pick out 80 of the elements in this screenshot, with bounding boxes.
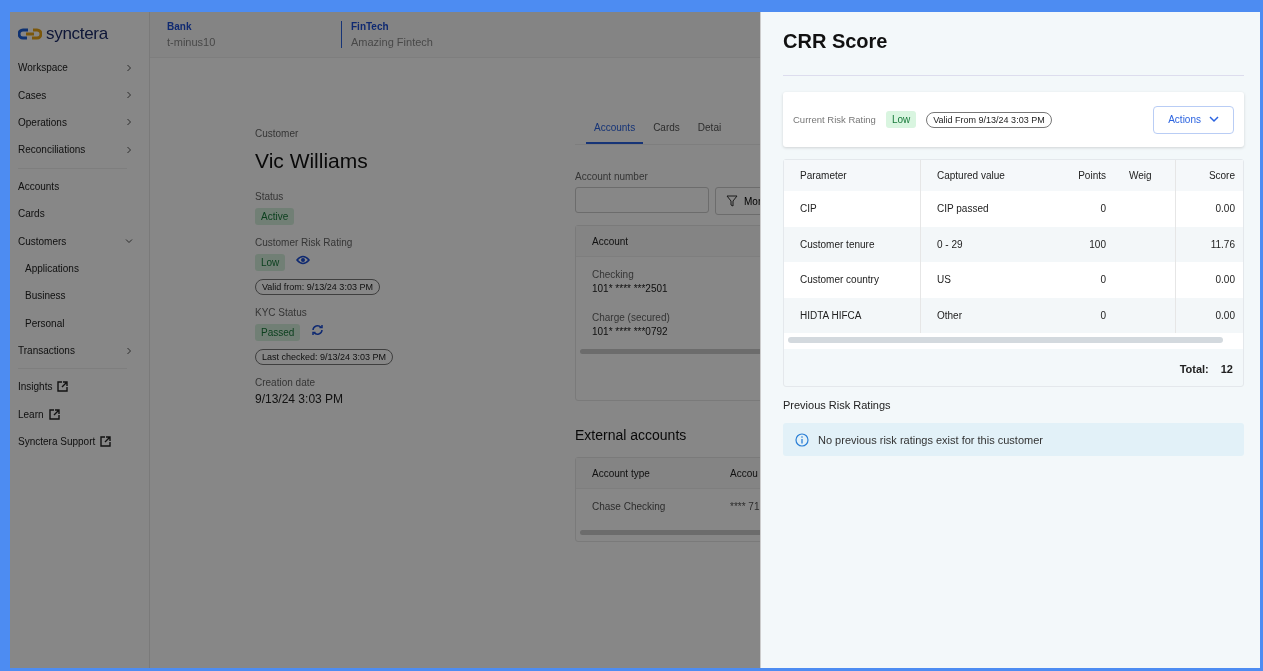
field-label: Creation date: [255, 377, 316, 388]
drawer-title: CRR Score: [783, 30, 889, 53]
filter-icon: [726, 195, 738, 207]
field-label: Status: [255, 191, 284, 202]
filter-button[interactable]: Mor: [715, 187, 761, 215]
nav-subitem[interactable]: Business: [18, 282, 141, 310]
status-badge: Active: [255, 208, 295, 225]
header-label: FinTech: [351, 21, 390, 32]
field-label: Account number: [575, 171, 649, 182]
risk-badge: Low: [255, 254, 286, 271]
header-label: Bank: [167, 21, 193, 32]
info-icon: [795, 432, 809, 447]
nav-item[interactable]: Insights: [18, 373, 141, 401]
kyc-badge: Passed: [255, 324, 301, 341]
nav-item[interactable]: Accounts: [18, 172, 141, 200]
account-number: 101* **** ***0792: [592, 326, 669, 337]
table-cell: **** 71: [730, 501, 761, 512]
nav-item[interactable]: Synctera Support: [18, 428, 141, 456]
risk-badge: Low: [885, 111, 917, 128]
column-header: Account: [592, 235, 629, 247]
table-cell-text: 0: [1099, 274, 1107, 286]
table-cell-text: 11.76: [1209, 238, 1236, 250]
section-title: External accounts: [575, 427, 688, 443]
external-link-icon: [48, 408, 60, 420]
tab[interactable]: Cards: [645, 116, 688, 144]
column-header: Captured value: [936, 170, 1006, 181]
customer-name: Vic Williams: [255, 149, 368, 173]
table-cell-text: 0 - 29: [936, 238, 964, 250]
scrollbar[interactable]: [788, 337, 1223, 343]
column-header: Score: [1207, 170, 1236, 181]
table-cell: Customer country: [784, 262, 921, 298]
table-cell-text: 0.00: [1214, 274, 1236, 286]
table-cell-text: Chase Checking: [592, 501, 667, 512]
table-cell-text: 0: [1099, 203, 1107, 215]
actions-button[interactable]: Actions: [1153, 105, 1234, 134]
chevron-down-icon: [1209, 116, 1219, 123]
column-header: Accou: [730, 467, 759, 479]
nav-subitem[interactable]: Personal: [18, 309, 141, 337]
external-link-icon: [57, 381, 69, 393]
column-header: Points: [1077, 170, 1107, 181]
account-number: 101* **** ***2501: [592, 283, 669, 294]
header-value: t-minus10: [167, 36, 217, 48]
nav-item[interactable]: Transactions: [18, 336, 141, 365]
field-value: 9/13/24 3:03 PM: [255, 392, 344, 406]
nav-item[interactable]: Customers: [18, 227, 141, 255]
table-cell-text: US: [936, 274, 952, 286]
table-cell-text: 100: [1088, 238, 1107, 250]
nav-item[interactable]: Cards: [18, 199, 141, 228]
nav-subitem[interactable]: Applications: [18, 254, 141, 283]
nav-item[interactable]: Cases: [18, 81, 141, 109]
nav-item[interactable]: Workspace: [18, 54, 141, 82]
header-value: Amazing Fintech: [351, 36, 434, 48]
refresh-icon[interactable]: [311, 323, 325, 336]
table-cell-text: 0: [1099, 309, 1107, 321]
tab[interactable]: Detai: [689, 116, 730, 144]
total-value: 12: [1220, 363, 1233, 375]
account-number-field[interactable]: [575, 187, 709, 213]
field-label: Customer: [255, 128, 299, 139]
account-type: Charge (secured): [592, 312, 671, 323]
field-label: KYC Status: [255, 307, 307, 318]
table-cell-text: 0.00: [1214, 203, 1236, 215]
total-label: Total:: [1179, 363, 1209, 375]
table-cell-text: CIP passed: [936, 203, 990, 215]
logo-text: synctera: [46, 24, 108, 44]
tab[interactable]: Accounts: [586, 116, 644, 144]
alert-message: No previous risk ratings exist for this customer: [818, 433, 1043, 446]
nav-item[interactable]: Reconciliations: [18, 136, 141, 164]
external-link-icon: [100, 436, 112, 448]
account-type: Checking: [592, 269, 635, 280]
nav-item[interactable]: Operations: [18, 108, 141, 137]
field-label: Customer Risk Rating: [255, 237, 353, 248]
table-cell: CIP: [784, 191, 921, 227]
table-cell-text: Other: [936, 309, 963, 321]
logo-icon: [18, 27, 42, 41]
nav-item[interactable]: Learn: [18, 400, 141, 429]
column-header: Account type: [592, 467, 651, 479]
table-cell-text: 0.00: [1214, 309, 1236, 321]
rating-label: Current Risk Rating: [793, 114, 876, 125]
eye-icon[interactable]: [296, 254, 311, 265]
section-title: Previous Risk Ratings: [783, 399, 892, 411]
